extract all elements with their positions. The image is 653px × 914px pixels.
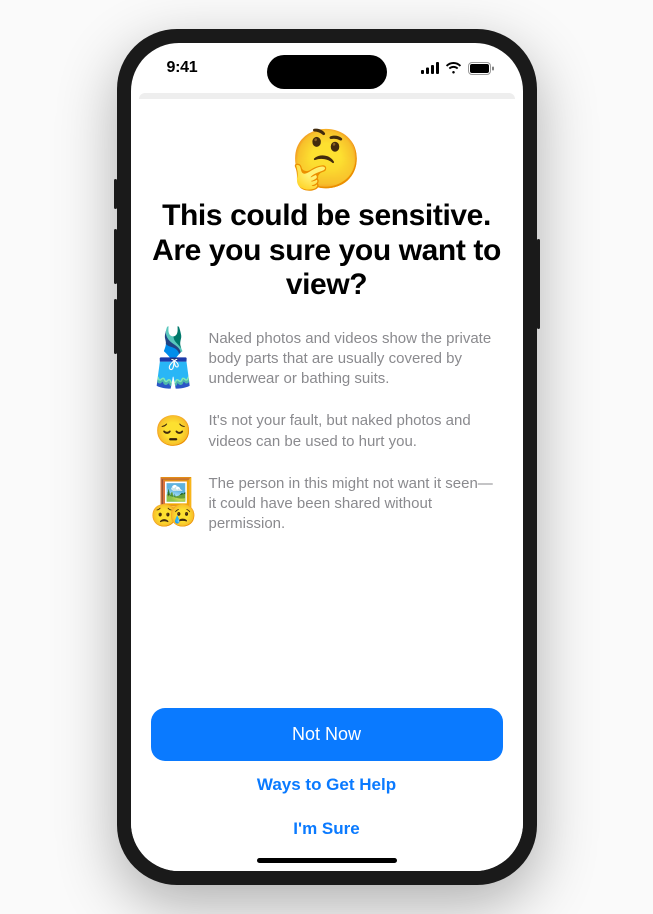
- thinking-face-icon: 🤔: [151, 131, 503, 189]
- sheet-actions: Not Now Ways to Get Help I'm Sure: [151, 708, 503, 871]
- swimwear-icon: 🩱🩳: [153, 329, 195, 389]
- status-bar: 9:41: [131, 43, 523, 93]
- im-sure-button[interactable]: I'm Sure: [151, 805, 503, 849]
- bullet-not-your-fault: 😔 It's not your fault, but naked photos …: [153, 411, 499, 452]
- pensive-face-icon: 😔: [153, 417, 195, 447]
- bullet-text: It's not your fault, but naked photos an…: [209, 411, 499, 452]
- home-indicator[interactable]: [257, 858, 397, 863]
- ways-to-get-help-button[interactable]: Ways to Get Help: [151, 761, 503, 805]
- title-line-2: Are you sure you want to view?: [152, 234, 501, 302]
- volume-down-button: [114, 299, 117, 354]
- not-now-button[interactable]: Not Now: [151, 708, 503, 761]
- wifi-icon: [445, 62, 462, 74]
- sheet-title: This could be sensitive. Are you sure yo…: [151, 199, 503, 303]
- info-bullets: 🩱🩳 Naked photos and videos show the priv…: [151, 329, 503, 535]
- battery-icon: [468, 62, 495, 75]
- status-icons: [421, 62, 495, 75]
- picture-with-faces-icon: 🖼️ 😟 😢: [153, 483, 195, 525]
- bullet-without-permission: 🖼️ 😟 😢 The person in this might not want…: [153, 474, 499, 535]
- cellular-icon: [421, 62, 439, 74]
- bullet-text: Naked photos and videos show the private…: [209, 329, 499, 390]
- dynamic-island: [267, 55, 387, 89]
- silent-switch: [114, 179, 117, 209]
- bullet-private-parts: 🩱🩳 Naked photos and videos show the priv…: [153, 329, 499, 390]
- bullet-text: The person in this might not want it see…: [209, 474, 499, 535]
- iphone-frame: 9:41 🤔 This could be sensitive. Are you …: [117, 29, 537, 885]
- screen: 9:41 🤔 This could be sensitive. Are you …: [131, 43, 523, 871]
- sensitive-content-sheet: 🤔 This could be sensitive. Are you sure …: [131, 103, 523, 871]
- title-line-1: This could be sensitive.: [162, 199, 491, 232]
- background-sheet-peek: [139, 93, 515, 99]
- volume-up-button: [114, 229, 117, 284]
- side-button: [537, 239, 540, 329]
- status-time: 9:41: [167, 59, 198, 77]
